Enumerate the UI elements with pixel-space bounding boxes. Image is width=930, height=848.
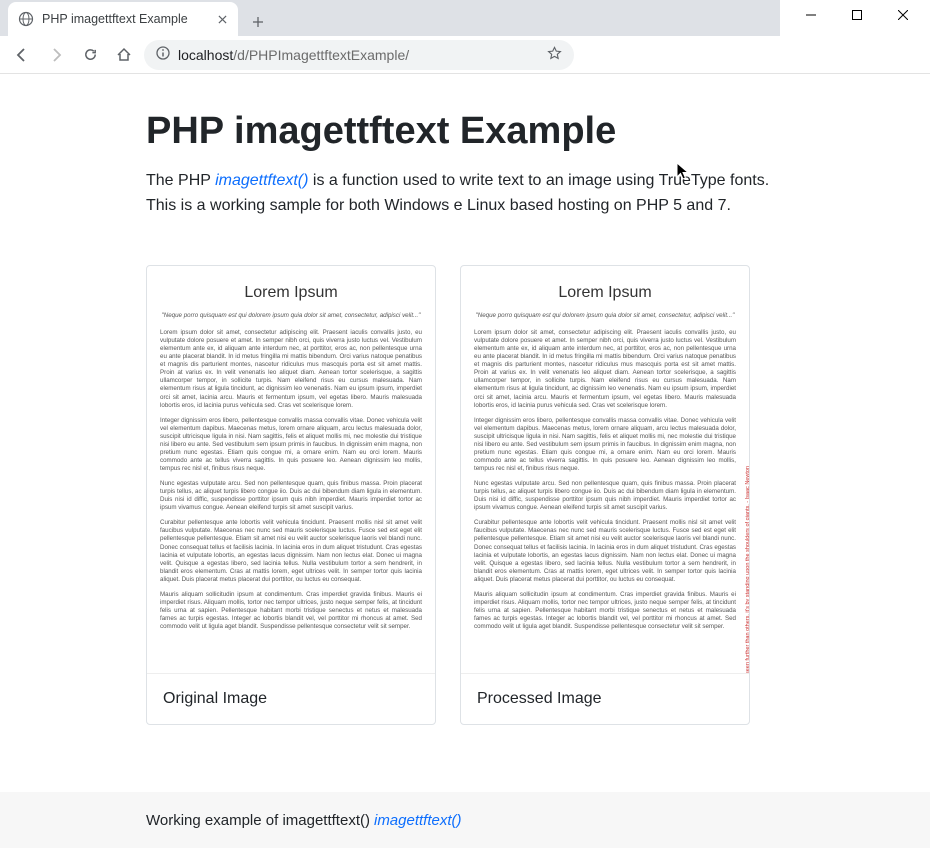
star-icon xyxy=(547,46,562,61)
plus-icon xyxy=(252,16,264,28)
window-maximize-button[interactable] xyxy=(834,0,880,30)
lorem-para: Lorem ipsum dolor sit amet, consectetur … xyxy=(160,329,422,410)
tab-title: PHP imagettftext Example xyxy=(42,12,188,26)
new-tab-button[interactable] xyxy=(244,8,272,36)
url-host: localhost xyxy=(178,47,233,63)
card-body: Original Image xyxy=(147,674,435,724)
lorem-para: Nunc egestas vulputate arcu. Sed non pel… xyxy=(160,480,422,512)
lorem-subtitle: "Neque porro quisquam est qui dolorem ip… xyxy=(474,312,736,319)
back-icon xyxy=(14,47,30,63)
window-close-button[interactable] xyxy=(880,0,926,30)
original-image: Lorem Ipsum "Neque porro quisquam est qu… xyxy=(147,266,435,674)
bookmark-button[interactable] xyxy=(547,46,562,64)
card-original: Lorem Ipsum "Neque porro quisquam est qu… xyxy=(146,265,436,725)
forward-icon xyxy=(48,47,64,63)
close-icon xyxy=(218,15,227,24)
footer-link[interactable]: imagettftext() xyxy=(374,812,462,829)
home-button[interactable] xyxy=(110,41,138,69)
lorem-subtitle: "Neque porro quisquam est qui dolorem ip… xyxy=(160,312,422,319)
maximize-icon xyxy=(852,10,862,20)
back-button[interactable] xyxy=(8,41,36,69)
tab-close-button[interactable] xyxy=(214,11,230,27)
mouse-cursor xyxy=(676,162,690,182)
lorem-document: Lorem Ipsum "Neque porro quisquam est qu… xyxy=(160,284,422,639)
url-text: localhost/d/PHPImagettftextExample/ xyxy=(178,47,409,63)
card-processed: Lorem Ipsum "Neque porro quisquam est qu… xyxy=(460,265,750,725)
globe-icon xyxy=(18,11,34,27)
reload-button[interactable] xyxy=(76,41,104,69)
page-intro: The PHP imagettftext() is a function use… xyxy=(146,169,786,219)
lorem-para: Integer dignissim eros libero, pellentes… xyxy=(474,417,736,473)
watermark-text: If I have seen further than others, it's… xyxy=(745,466,749,674)
intro-text-prefix: The PHP xyxy=(146,172,215,189)
reload-icon xyxy=(83,47,98,62)
browser-tabstrip: PHP imagettftext Example xyxy=(0,0,780,36)
window-minimize-button[interactable] xyxy=(788,0,834,30)
card-body: Processed Image xyxy=(461,674,749,724)
lorem-document: Lorem Ipsum "Neque porro quisquam est qu… xyxy=(474,284,736,639)
lorem-para: Curabitur pellentesque ante lobortis vel… xyxy=(160,519,422,584)
info-icon xyxy=(156,46,170,60)
card-title: Original Image xyxy=(163,690,419,708)
url-path: /d/PHPImagettftextExample/ xyxy=(233,47,409,63)
minimize-icon xyxy=(806,10,816,20)
address-bar[interactable]: localhost/d/PHPImagettftextExample/ xyxy=(144,40,574,70)
site-info-icon[interactable] xyxy=(156,46,170,63)
lorem-para: Mauris aliquam sollicitudin ipsum at con… xyxy=(474,591,736,631)
home-icon xyxy=(116,47,132,63)
card-title: Processed Image xyxy=(477,690,733,708)
lorem-para: Integer dignissim eros libero, pellentes… xyxy=(160,417,422,473)
content-container: PHP imagettftext Example The PHP imagett… xyxy=(146,110,786,725)
browser-tab-active[interactable]: PHP imagettftext Example xyxy=(8,2,238,36)
window-close-icon xyxy=(898,10,908,20)
page-footer: Working example of imagettftext() imaget… xyxy=(0,792,930,848)
lorem-title: Lorem Ipsum xyxy=(160,284,422,302)
lorem-title: Lorem Ipsum xyxy=(474,284,736,302)
lorem-para: Lorem ipsum dolor sit amet, consectetur … xyxy=(474,329,736,410)
lorem-para: Nunc egestas vulputate arcu. Sed non pel… xyxy=(474,480,736,512)
footer-text: Working example of imagettftext() xyxy=(146,812,370,829)
browser-toolbar: localhost/d/PHPImagettftextExample/ xyxy=(0,36,930,74)
lorem-para: Mauris aliquam sollicitudin ipsum at con… xyxy=(160,591,422,631)
cards-row: Lorem Ipsum "Neque porro quisquam est qu… xyxy=(146,265,786,725)
page-content: PHP imagettftext Example The PHP imagett… xyxy=(0,74,930,792)
page-heading: PHP imagettftext Example xyxy=(146,110,786,153)
intro-link[interactable]: imagettftext() xyxy=(215,172,308,189)
forward-button[interactable] xyxy=(42,41,70,69)
processed-image: Lorem Ipsum "Neque porro quisquam est qu… xyxy=(461,266,749,674)
lorem-para: Curabitur pellentesque ante lobortis vel… xyxy=(474,519,736,584)
